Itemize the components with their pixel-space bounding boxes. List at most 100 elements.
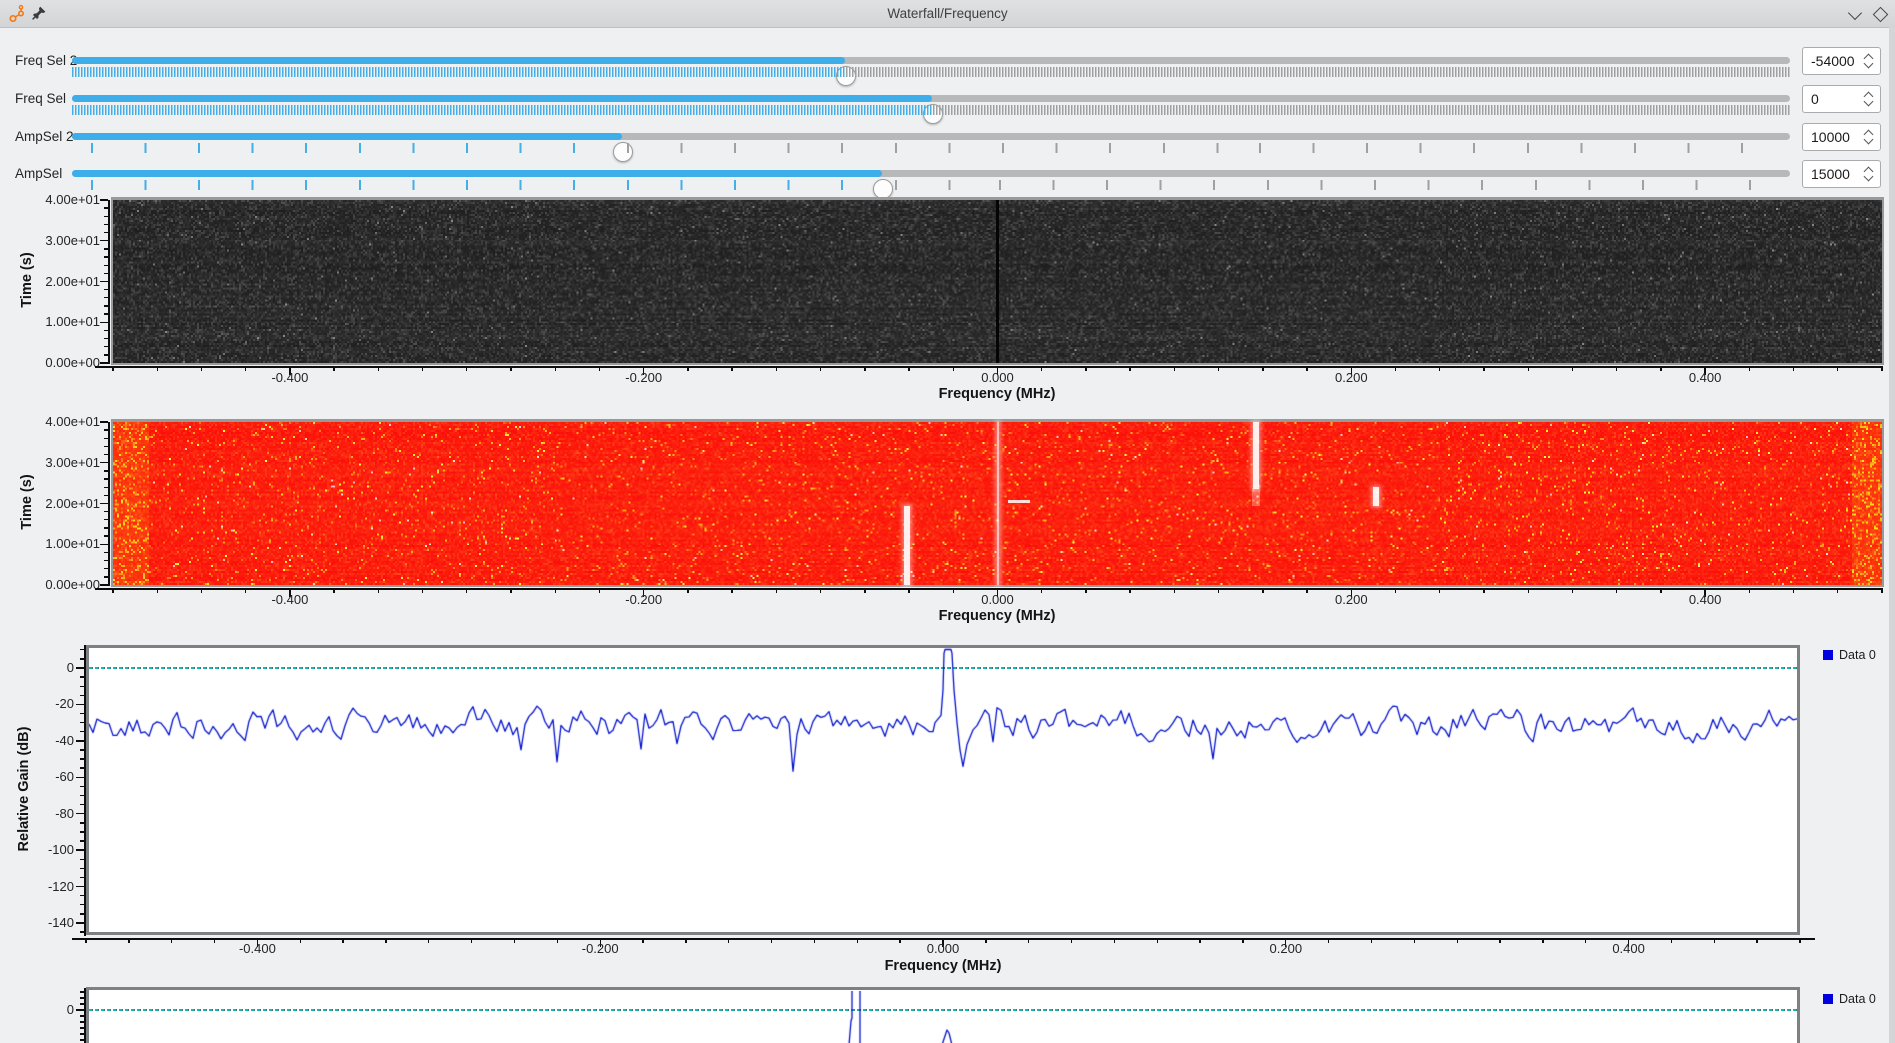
x-tick xyxy=(1660,366,1662,371)
x-tick xyxy=(200,588,203,593)
y-tick xyxy=(104,329,108,332)
y-tick xyxy=(104,486,108,488)
y-tick xyxy=(104,535,108,537)
x-tick xyxy=(156,588,158,593)
y-tick xyxy=(80,721,84,724)
wf1-y-axis xyxy=(108,200,110,364)
y-tick xyxy=(80,831,84,833)
legend-label: Data 0 xyxy=(1839,648,1876,662)
x-tick xyxy=(244,588,247,593)
y-tick xyxy=(100,462,108,464)
y-tick xyxy=(104,231,108,234)
y-tick xyxy=(100,502,108,505)
spectrum2-y-tick-label: 0 xyxy=(66,1002,74,1017)
y-tick xyxy=(104,297,108,299)
x-tick xyxy=(200,366,203,371)
y-tick xyxy=(104,527,108,529)
x-tick xyxy=(813,938,816,943)
x-tick xyxy=(1173,588,1176,593)
y-tick xyxy=(104,264,108,266)
x-tick xyxy=(1439,366,1441,371)
x-tick xyxy=(1173,366,1176,371)
streak-fade xyxy=(1252,488,1260,506)
x-tick xyxy=(1262,366,1264,371)
spectrum-x-tick-label: 0.000 xyxy=(926,941,960,956)
x-tick xyxy=(1799,938,1801,943)
y-tick xyxy=(76,922,84,924)
x-tick xyxy=(1041,366,1043,371)
y-tick xyxy=(104,354,108,356)
x-tick xyxy=(1756,938,1758,943)
legend-swatch xyxy=(1823,994,1833,1004)
y-tick xyxy=(80,658,84,660)
x-tick xyxy=(112,588,114,593)
y-tick xyxy=(76,667,84,669)
x-tick xyxy=(1792,366,1795,371)
wf1-y-tick-label: 3.00e+01 xyxy=(45,232,100,248)
x-tick xyxy=(1394,366,1397,371)
x-tick xyxy=(770,938,773,943)
y-tick xyxy=(80,767,84,769)
y-tick xyxy=(104,559,108,562)
x-tick xyxy=(171,938,173,943)
x-tick xyxy=(952,366,954,371)
spectrum2-legend: Data 0 xyxy=(1823,992,1876,1006)
y-tick xyxy=(100,362,108,364)
spectrum-y-tick-label: -140 xyxy=(47,914,74,930)
x-tick xyxy=(687,588,689,593)
y-tick xyxy=(104,305,108,307)
x-tick xyxy=(213,938,216,943)
spectrum-bottom-canvas[interactable] xyxy=(89,991,1797,1043)
y-tick xyxy=(104,470,108,472)
x-tick xyxy=(466,588,468,593)
y-tick xyxy=(104,510,108,513)
x-tick xyxy=(1327,938,1330,943)
y-tick xyxy=(80,894,84,897)
y-tick xyxy=(76,813,84,815)
x-tick xyxy=(1615,366,1618,371)
x-tick xyxy=(899,938,901,943)
x-tick xyxy=(1748,588,1751,593)
x-tick xyxy=(1129,588,1131,593)
y-tick xyxy=(80,685,84,687)
wf1-y-tick-label: 1.00e+01 xyxy=(45,314,100,330)
cursor-dash xyxy=(1008,500,1030,503)
y-tick xyxy=(80,840,84,842)
x-tick xyxy=(1394,588,1397,593)
wf2-y-axis xyxy=(108,422,110,586)
x-tick xyxy=(1041,588,1043,593)
white-streak xyxy=(1252,422,1259,490)
y-tick xyxy=(80,803,84,806)
wf2-y-tick-label: 4.00e+01 xyxy=(45,414,100,429)
y-tick xyxy=(104,437,108,439)
y-tick xyxy=(104,207,108,209)
y-tick xyxy=(80,712,84,715)
y-tick xyxy=(80,931,84,933)
y-tick xyxy=(80,997,84,999)
x-tick xyxy=(244,366,247,371)
wf1-y-tick-label: 2.00e+01 xyxy=(45,273,100,289)
x-tick xyxy=(1615,588,1618,593)
wf2-y-tick-label: 2.00e+01 xyxy=(45,495,100,511)
spectrum-main-canvas[interactable] xyxy=(89,648,1797,932)
x-tick xyxy=(908,366,910,371)
legend-swatch xyxy=(1823,650,1833,660)
x-tick xyxy=(377,588,380,593)
x-tick xyxy=(1483,588,1485,593)
y-tick xyxy=(100,543,108,545)
spectrum2-y-axis xyxy=(84,988,86,1043)
x-tick xyxy=(1085,366,1087,371)
y-tick xyxy=(80,991,84,993)
y-tick xyxy=(80,876,84,879)
x-tick xyxy=(554,588,556,593)
x-tick xyxy=(1242,938,1244,943)
spectrum-x-tick-label: -0.200 xyxy=(581,941,619,956)
spectrum-y-tick-label: -100 xyxy=(47,842,74,858)
wf2-x-tick-label: 0.200 xyxy=(1335,592,1368,607)
y-tick xyxy=(80,1027,84,1029)
wf2-x-tick-label: -0.400 xyxy=(271,592,309,607)
x-tick xyxy=(1881,588,1883,593)
x-tick xyxy=(819,366,822,371)
y-tick xyxy=(104,478,108,480)
x-tick xyxy=(513,938,516,943)
